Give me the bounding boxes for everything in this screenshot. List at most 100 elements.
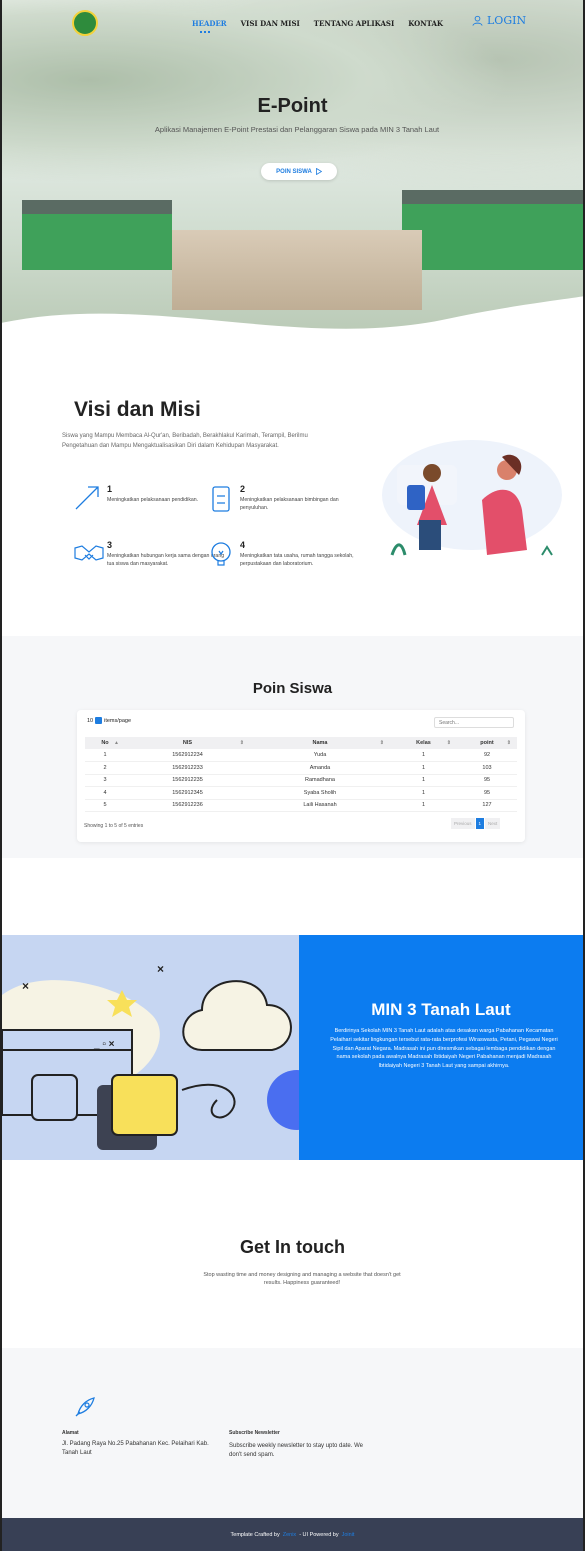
- poin-title: Poin Siswa: [252, 680, 333, 697]
- sort-icon: ⇕: [239, 740, 244, 746]
- table-row: 4 1562912345 Syaba Sholih 1 95: [85, 786, 517, 800]
- footer: Alamat Jl. Padang Raya No.25 Pabahanan K…: [2, 1348, 583, 1518]
- footer-newsletter-text: Subscribe weekly newsletter to stay upto…: [229, 1443, 363, 1458]
- cell-nis: 1562912234: [125, 749, 250, 762]
- column-label: No: [101, 740, 109, 746]
- column-label: Kelas: [416, 740, 431, 746]
- column-point[interactable]: point ⇕: [457, 737, 517, 749]
- items-per-page-label: items/page: [104, 717, 132, 724]
- cell-point: 95: [457, 786, 517, 800]
- page: HEADER VISI DAN MISI TENTANG APLIKASI KO…: [0, 0, 585, 1551]
- cell-no: 2: [85, 761, 125, 775]
- user-icon: [472, 15, 483, 26]
- hero-building-right: [402, 190, 583, 270]
- play-arrow-icon: [315, 168, 322, 175]
- rocket-icon: [75, 1397, 95, 1417]
- poin-table-card: 10 items/page No ▲ NIS ⇕ Nama ⇕ Kelas ⇕ poin…: [77, 710, 525, 842]
- cell-nama: Amanda: [250, 761, 390, 775]
- footer-alamat-label: Alamat: [62, 1430, 79, 1436]
- svg-text:_ ▫ ×: _ ▫ ×: [93, 1039, 115, 1050]
- column-nis[interactable]: NIS ⇕: [125, 737, 250, 749]
- sort-icon: ⇕: [379, 740, 384, 746]
- svg-text:×: ×: [157, 962, 164, 976]
- footer-bottom-bar: Template Crafted by Zenix - UI Powered b…: [2, 1518, 583, 1551]
- visi-title: Visi dan Misi: [74, 398, 201, 421]
- lightbulb-icon: [211, 542, 231, 566]
- table-header-row: No ▲ NIS ⇕ Nama ⇕ Kelas ⇕ point ⇕: [85, 737, 517, 749]
- pagination: Previous 1 Next: [451, 818, 501, 829]
- cell-no: 1: [85, 749, 125, 762]
- cell-no: 3: [85, 774, 125, 787]
- cell-point: 92: [457, 749, 517, 762]
- about-illustration: _ ▫ × × ×: [2, 935, 299, 1160]
- visi-item-text: Meningkatkan tata usaha, rumah tangga se…: [240, 553, 354, 567]
- about-section: MIN 3 Tanah Laut Berdirinya Sekolah MIN …: [299, 935, 583, 1160]
- top-nav: HEADER VISI DAN MISI TENTANG APLIKASI KO…: [192, 19, 443, 33]
- table-search-input[interactable]: [434, 717, 514, 728]
- hero-subtitle: Aplikasi Manajemen E-Point Prestasi dan …: [154, 125, 440, 134]
- select-icon[interactable]: [95, 717, 103, 724]
- powered-prefix: - UI Powered by: [299, 1531, 339, 1538]
- nav-item-header[interactable]: HEADER: [192, 19, 227, 33]
- mother-child-illustration: [382, 440, 562, 556]
- crafted-link[interactable]: Zenix: [283, 1532, 296, 1538]
- poin-siswa-button[interactable]: POIN SISWA: [261, 163, 337, 180]
- pagination-prev[interactable]: Previous: [451, 818, 475, 829]
- nav-item-tentang-aplikasi[interactable]: TENTANG APLIKASI: [314, 19, 394, 28]
- nav-item-kontak[interactable]: KONTAK: [408, 19, 443, 28]
- handshake-icon: [74, 545, 104, 561]
- cell-point: 95: [457, 774, 517, 787]
- table-row: 2 1562912233 Amanda 1 103: [85, 761, 517, 775]
- visi-item-number: 4: [240, 540, 246, 550]
- about-title: MIN 3 Tanah Laut: [371, 1000, 511, 1019]
- visi-description: Siswa yang Mampu Membaca Al-Qur'an, Beri…: [62, 433, 308, 449]
- column-label: NIS: [182, 740, 193, 746]
- column-no[interactable]: No ▲: [85, 737, 125, 749]
- cell-nis: 1562912236: [125, 799, 250, 812]
- login-link[interactable]: LOGIN: [472, 14, 526, 27]
- column-nama[interactable]: Nama ⇕: [250, 737, 390, 749]
- footer-alamat: Jl. Padang Raya No.25 Pabahanan Kec. Pel…: [62, 1441, 209, 1456]
- document-icon: [212, 486, 230, 512]
- cell-no: 4: [85, 786, 125, 800]
- visi-item-text: Meningkatkan pelaksanaan bimbingan dan p…: [240, 497, 339, 511]
- items-per-page[interactable]: 10 items/page: [87, 717, 131, 724]
- table-info: Showing 1 to 5 of 5 entries: [84, 823, 144, 829]
- school-logo[interactable]: [72, 10, 98, 36]
- visi-item-2: 2 Meningkatkan pelaksanaan bimbingan dan…: [240, 484, 360, 512]
- sort-icon: ⇕: [446, 740, 451, 746]
- login-label: LOGIN: [487, 14, 527, 27]
- cell-kelas: 1: [390, 786, 457, 800]
- nav-item-visi-dan-misi[interactable]: VISI DAN MISI: [241, 19, 300, 28]
- hero-wave: [2, 296, 583, 340]
- poin-siswa-button-label: POIN SISWA: [276, 168, 312, 175]
- cell-nama: Ramadhana: [250, 774, 390, 787]
- column-kelas[interactable]: Kelas ⇕: [390, 737, 457, 749]
- pagination-next[interactable]: Next: [485, 818, 501, 829]
- about-description: Berdirinya Sekolah MIN 3 Tanah Laut adal…: [330, 1028, 558, 1070]
- table-row: 3 1562912235 Ramadhana 1 95: [85, 774, 517, 787]
- column-label: point: [480, 740, 494, 746]
- cell-kelas: 1: [390, 761, 457, 775]
- cell-nis: 1562912235: [125, 774, 250, 787]
- folder-cloud-illustration: _ ▫ × × ×: [2, 962, 299, 1150]
- footer-newsletter-label: Subscribe Newsletter: [229, 1430, 280, 1436]
- poin-table: No ▲ NIS ⇕ Nama ⇕ Kelas ⇕ point ⇕ 1 156291223…: [85, 737, 517, 812]
- table-row: 1 1562912234 Yuda 1 92: [85, 749, 517, 762]
- pagination-page-1[interactable]: 1: [475, 818, 485, 829]
- hero-title: E-Point: [257, 95, 328, 117]
- contact-description: Stop wasting time and money designing an…: [203, 1272, 401, 1286]
- cell-point: 103: [457, 761, 517, 775]
- sort-icon: ⇕: [506, 740, 511, 746]
- powered-link[interactable]: Joinit: [342, 1532, 355, 1538]
- cell-point: 127: [457, 799, 517, 812]
- column-label: Nama: [312, 740, 328, 746]
- visi-item-number: 2: [240, 484, 246, 494]
- cell-nis: 1562912345: [125, 786, 250, 800]
- sort-up-icon: ▲: [114, 740, 119, 746]
- hero-section: HEADER VISI DAN MISI TENTANG APLIKASI KO…: [2, 0, 583, 340]
- items-per-page-value: 10: [87, 717, 94, 724]
- cell-nama: Laili Hasanah: [250, 799, 390, 812]
- contact-title: Get In touch: [240, 1237, 345, 1257]
- hero-building-left: [22, 200, 172, 270]
